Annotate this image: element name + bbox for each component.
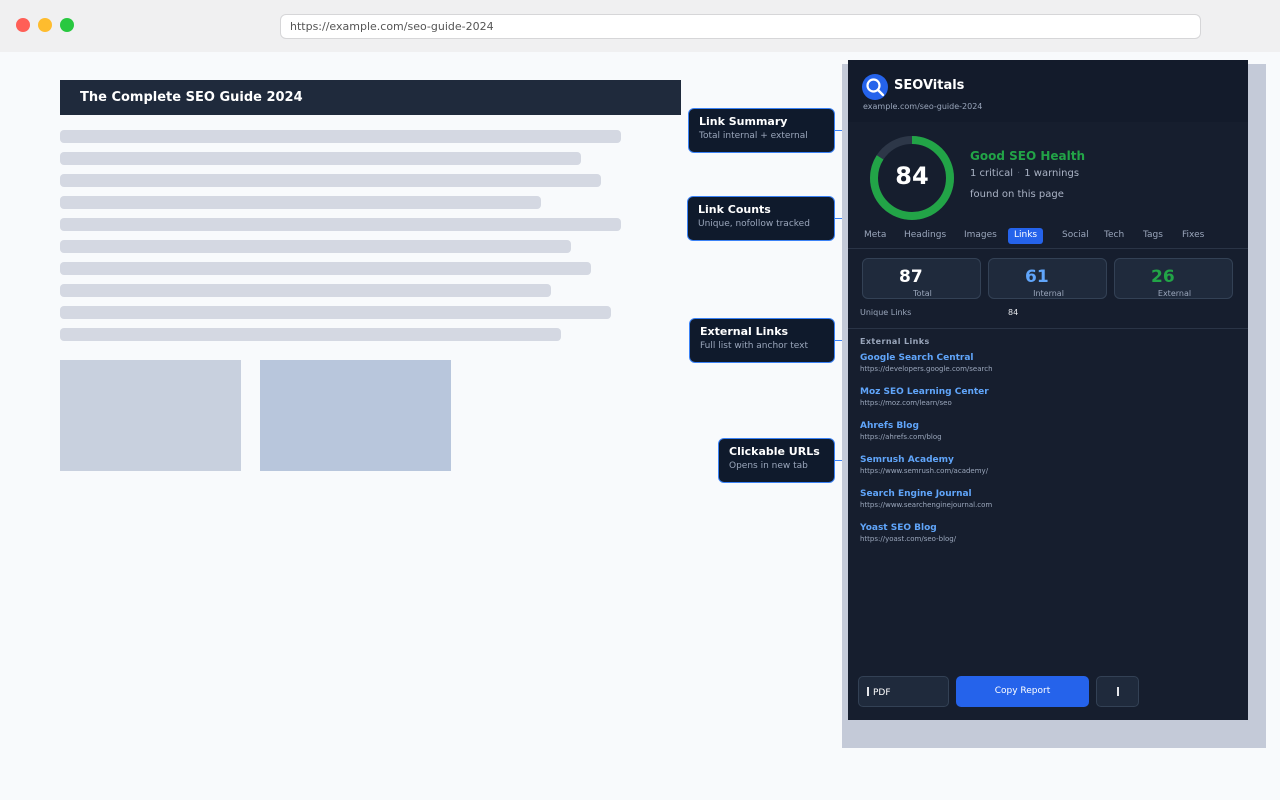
link-url: https://moz.com/learn/seo <box>860 399 952 407</box>
maximize-window-button[interactable] <box>60 18 74 32</box>
callout-external-links: External Links Full list with anchor tex… <box>689 318 835 363</box>
page-title: The Complete SEO Guide 2024 <box>60 80 681 115</box>
tab-social[interactable]: Social <box>1056 228 1095 244</box>
link-url: https://yoast.com/seo-blog/ <box>860 535 957 543</box>
seo-extension-panel: SEOVitals example.com/seo-guide-2024 84 … <box>848 60 1248 720</box>
link-anchor-text[interactable]: Google Search Central <box>860 353 1230 363</box>
tab-links[interactable]: Links <box>1008 228 1044 244</box>
callout-subtitle: Unique, nofollow tracked <box>698 219 810 229</box>
browser-toolbar: https://example.com/seo-guide-2024 <box>0 0 1280 52</box>
link-url: https://ahrefs.com/blog <box>860 433 942 441</box>
divider <box>848 328 1248 329</box>
text-placeholder-line <box>60 284 551 297</box>
pdf-button-label: PDF <box>873 688 891 698</box>
callout-link-summary: Link Summary Total internal + external <box>688 108 835 153</box>
callout-subtitle: Opens in new tab <box>729 461 808 471</box>
callout-subtitle: Total internal + external <box>699 131 808 141</box>
link-anchor-text[interactable]: Moz SEO Learning Center <box>860 387 1230 397</box>
text-placeholder-line <box>60 130 621 143</box>
divider <box>848 248 1248 249</box>
issue-summary: 1 critical · 1 warnings <box>970 168 1079 179</box>
warning-count: 1 warnings <box>1024 168 1080 179</box>
analyzed-url: example.com/seo-guide-2024 <box>863 102 983 111</box>
critical-count: 1 critical <box>970 168 1014 179</box>
seo-score-value: 84 <box>895 162 929 190</box>
magnifier-logo-icon <box>862 74 888 100</box>
external-link-item[interactable]: Semrush Academy https://www.semrush.com/… <box>860 455 1230 475</box>
text-placeholder-line <box>60 328 561 341</box>
tab-images[interactable]: Images <box>958 228 1003 244</box>
text-placeholder-line <box>60 218 621 231</box>
link-url: https://www.searchenginejournal.com <box>860 501 993 509</box>
stat-value: 26 <box>1151 267 1175 287</box>
link-anchor-text[interactable]: Semrush Academy <box>860 455 1230 465</box>
export-pdf-button[interactable]: PDF <box>858 676 949 707</box>
separator-dot: · <box>1017 168 1021 179</box>
text-placeholder-line <box>60 174 601 187</box>
stat-card-total: 87 Total <box>862 258 981 299</box>
external-link-item[interactable]: Google Search Central https://developers… <box>860 353 1230 373</box>
link-url: https://developers.google.com/search <box>860 365 993 373</box>
external-link-item[interactable]: Moz SEO Learning Center https://moz.com/… <box>860 387 1230 407</box>
external-link-item[interactable]: Yoast SEO Blog https://yoast.com/seo-blo… <box>860 523 1230 543</box>
callout-clickable-urls: Clickable URLs Opens in new tab <box>718 438 835 483</box>
tab-tech[interactable]: Tech <box>1098 228 1130 244</box>
stat-value: 61 <box>1025 267 1049 287</box>
stat-value: 87 <box>899 267 923 287</box>
callout-title: External Links <box>700 325 789 338</box>
unique-links-value: 84 <box>1008 308 1019 317</box>
unique-links-label: Unique Links <box>860 308 912 317</box>
address-bar[interactable]: https://example.com/seo-guide-2024 <box>280 14 1201 39</box>
link-anchor-text[interactable]: Yoast SEO Blog <box>860 523 1230 533</box>
stat-label: Internal <box>1033 289 1064 298</box>
callout-title: Clickable URLs <box>729 445 820 458</box>
external-links-heading: External Links <box>860 337 930 346</box>
external-link-item[interactable]: Ahrefs Blog https://ahrefs.com/blog <box>860 421 1230 441</box>
image-placeholder <box>260 360 451 471</box>
text-placeholder-line <box>60 152 581 165</box>
panel-tabs: Meta Headings Images Links Social Tech T… <box>858 228 1238 244</box>
more-options-button[interactable] <box>1096 676 1139 707</box>
image-placeholder <box>60 360 241 471</box>
copy-report-button[interactable]: Copy Report <box>956 676 1089 707</box>
callout-title: Link Summary <box>699 115 788 128</box>
link-anchor-text[interactable]: Search Engine Journal <box>860 489 1230 499</box>
tab-fixes[interactable]: Fixes <box>1176 228 1210 244</box>
brand-name: SEOVitals <box>894 78 965 93</box>
document-icon <box>867 687 869 696</box>
more-options-icon <box>1116 687 1119 696</box>
stat-card-internal: 61 Internal <box>988 258 1107 299</box>
text-placeholder-line <box>60 262 591 275</box>
stat-label: Total <box>913 289 932 298</box>
close-window-button[interactable] <box>16 18 30 32</box>
tab-meta[interactable]: Meta <box>858 228 892 244</box>
panel-header: SEOVitals example.com/seo-guide-2024 <box>848 60 1248 122</box>
health-status: Good SEO Health <box>970 149 1085 163</box>
tab-tags[interactable]: Tags <box>1137 228 1169 244</box>
stat-label: External <box>1157 289 1192 298</box>
minimize-window-button[interactable] <box>38 18 52 32</box>
text-placeholder-line <box>60 196 541 209</box>
text-placeholder-line <box>60 240 571 253</box>
link-anchor-text[interactable]: Ahrefs Blog <box>860 421 1230 431</box>
stat-card-external: 26 External <box>1114 258 1233 299</box>
link-url: https://www.semrush.com/academy/ <box>860 467 989 475</box>
text-placeholder-line <box>60 306 611 319</box>
issue-scope-note: found on this page <box>970 189 1064 200</box>
callout-link-counts: Link Counts Unique, nofollow tracked <box>687 196 835 241</box>
callout-title: Link Counts <box>698 203 771 216</box>
callout-subtitle: Full list with anchor text <box>700 341 808 351</box>
external-link-item[interactable]: Search Engine Journal https://www.search… <box>860 489 1230 509</box>
tab-headings[interactable]: Headings <box>898 228 952 244</box>
